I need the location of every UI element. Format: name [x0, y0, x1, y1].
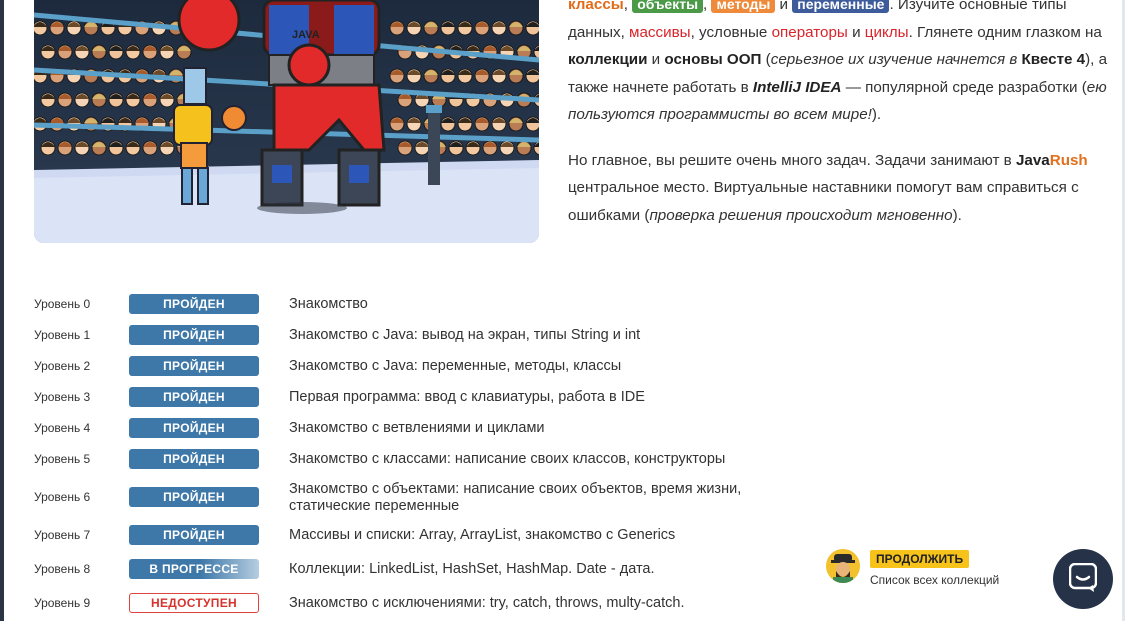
level-title[interactable]: Массивы и списки: Array, ArrayList, знак…	[289, 527, 675, 544]
status-badge: ПРОЙДЕН	[129, 294, 259, 314]
status-badge: НЕДОСТУПЕН	[129, 593, 259, 613]
status-badge: ПРОЙДЕН	[129, 356, 259, 376]
mentor-avatar-icon	[826, 549, 860, 583]
continue-button[interactable]: ПРОДОЛЖИТЬ	[870, 550, 970, 568]
keyword-idea: IntelliJ IDEA	[752, 78, 842, 96]
level-title[interactable]: Знакомство с ветвлениями и циклами	[289, 420, 545, 437]
level-title[interactable]: Знакомство с Java: вывод на экран, типы …	[289, 327, 640, 344]
status-badge: В ПРОГРЕССЕ	[129, 559, 259, 579]
status-badge: ПРОЙДЕН	[129, 449, 259, 469]
level-label: Уровень 5	[34, 452, 91, 466]
chat-bubble-icon	[1069, 563, 1097, 592]
hero-illustration: JAVA	[34, 0, 539, 243]
level-title[interactable]: Коллекции: LinkedList, HashSet, HashMap.…	[289, 561, 655, 578]
level-label: Уровень 1	[34, 328, 91, 342]
level-row[interactable]: Уровень 6 ПРОЙДЕН Знакомство с объектами…	[0, 478, 800, 518]
level-row[interactable]: Уровень 3 ПРОЙДЕН Первая программа: ввод…	[0, 382, 800, 413]
level-label: Уровень 9	[34, 596, 91, 610]
level-label: Уровень 3	[34, 390, 91, 404]
level-label: Уровень 2	[34, 359, 91, 373]
level-label: Уровень 4	[34, 421, 91, 435]
level-row[interactable]: Уровень 1 ПРОЙДЕН Знакомство с Java: выв…	[0, 320, 800, 351]
status-badge: ПРОЙДЕН	[129, 525, 259, 545]
level-row[interactable]: Уровень 9 НЕДОСТУПЕН Знакомство с исключ…	[0, 588, 800, 619]
level-title[interactable]: Знакомство	[289, 296, 368, 313]
level-label: Уровень 0	[34, 297, 91, 311]
chat-button[interactable]	[1053, 549, 1113, 609]
level-row[interactable]: Уровень 4 ПРОЙДЕН Знакомство с ветвления…	[0, 413, 800, 444]
brand-java: Java	[1015, 151, 1050, 169]
quest-description: классы, объекты, методы и переменные. Из…	[568, 0, 1108, 247]
keyword-collections: коллекции	[568, 51, 648, 68]
level-row[interactable]: Уровень 0 ПРОЙДЕН Знакомство	[0, 289, 800, 320]
keyword-quest: Квесте 4	[1021, 51, 1086, 68]
tag-objects: объекты	[632, 0, 704, 13]
level-row[interactable]: Уровень 7 ПРОЙДЕН Массивы и списки: Arra…	[0, 520, 800, 551]
status-badge: ПРОЙДЕН	[129, 418, 259, 438]
level-label: Уровень 7	[34, 528, 91, 542]
status-badge: ПРОЙДЕН	[129, 487, 259, 507]
level-title[interactable]: Знакомство с Java: переменные, методы, к…	[289, 358, 621, 375]
status-badge: ПРОЙДЕН	[129, 387, 259, 407]
tag-variables: переменные	[792, 0, 890, 13]
robot-chest-label: JAVA	[292, 29, 320, 41]
description-paragraph-1: классы, объекты, методы и переменные. Из…	[568, 0, 1108, 129]
description-paragraph-2: Но главное, вы решите очень много задач.…	[568, 151, 1088, 224]
level-row[interactable]: Уровень 8 В ПРОГРЕССЕ Коллекции: LinkedL…	[0, 554, 800, 585]
level-title[interactable]: Знакомство с исключениями: try, catch, t…	[289, 595, 684, 612]
status-badge: ПРОЙДЕН	[129, 325, 259, 345]
keyword-loops: циклы	[864, 23, 909, 41]
continue-subtitle-link[interactable]: Список всех коллекций	[870, 573, 999, 587]
level-row[interactable]: Уровень 5 ПРОЙДЕН Знакомство с классами:…	[0, 444, 800, 475]
level-title[interactable]: Первая программа: ввод с клавиатуры, раб…	[289, 389, 645, 406]
level-label: Уровень 6	[34, 490, 91, 504]
level-label: Уровень 8	[34, 562, 91, 576]
keyword-arrays: массивы	[629, 23, 691, 41]
brand-rush: Rush	[1049, 151, 1088, 169]
level-title[interactable]: Знакомство с объектами: написание своих …	[289, 481, 769, 515]
keyword-classes: классы	[568, 0, 624, 13]
tag-methods: методы	[711, 0, 776, 13]
level-row[interactable]: Уровень 2 ПРОЙДЕН Знакомство с Java: пер…	[0, 351, 800, 382]
keyword-oop: основы ООП	[664, 51, 762, 68]
level-title[interactable]: Знакомство с классами: написание своих к…	[289, 451, 725, 468]
keyword-operators: операторы	[771, 23, 848, 41]
